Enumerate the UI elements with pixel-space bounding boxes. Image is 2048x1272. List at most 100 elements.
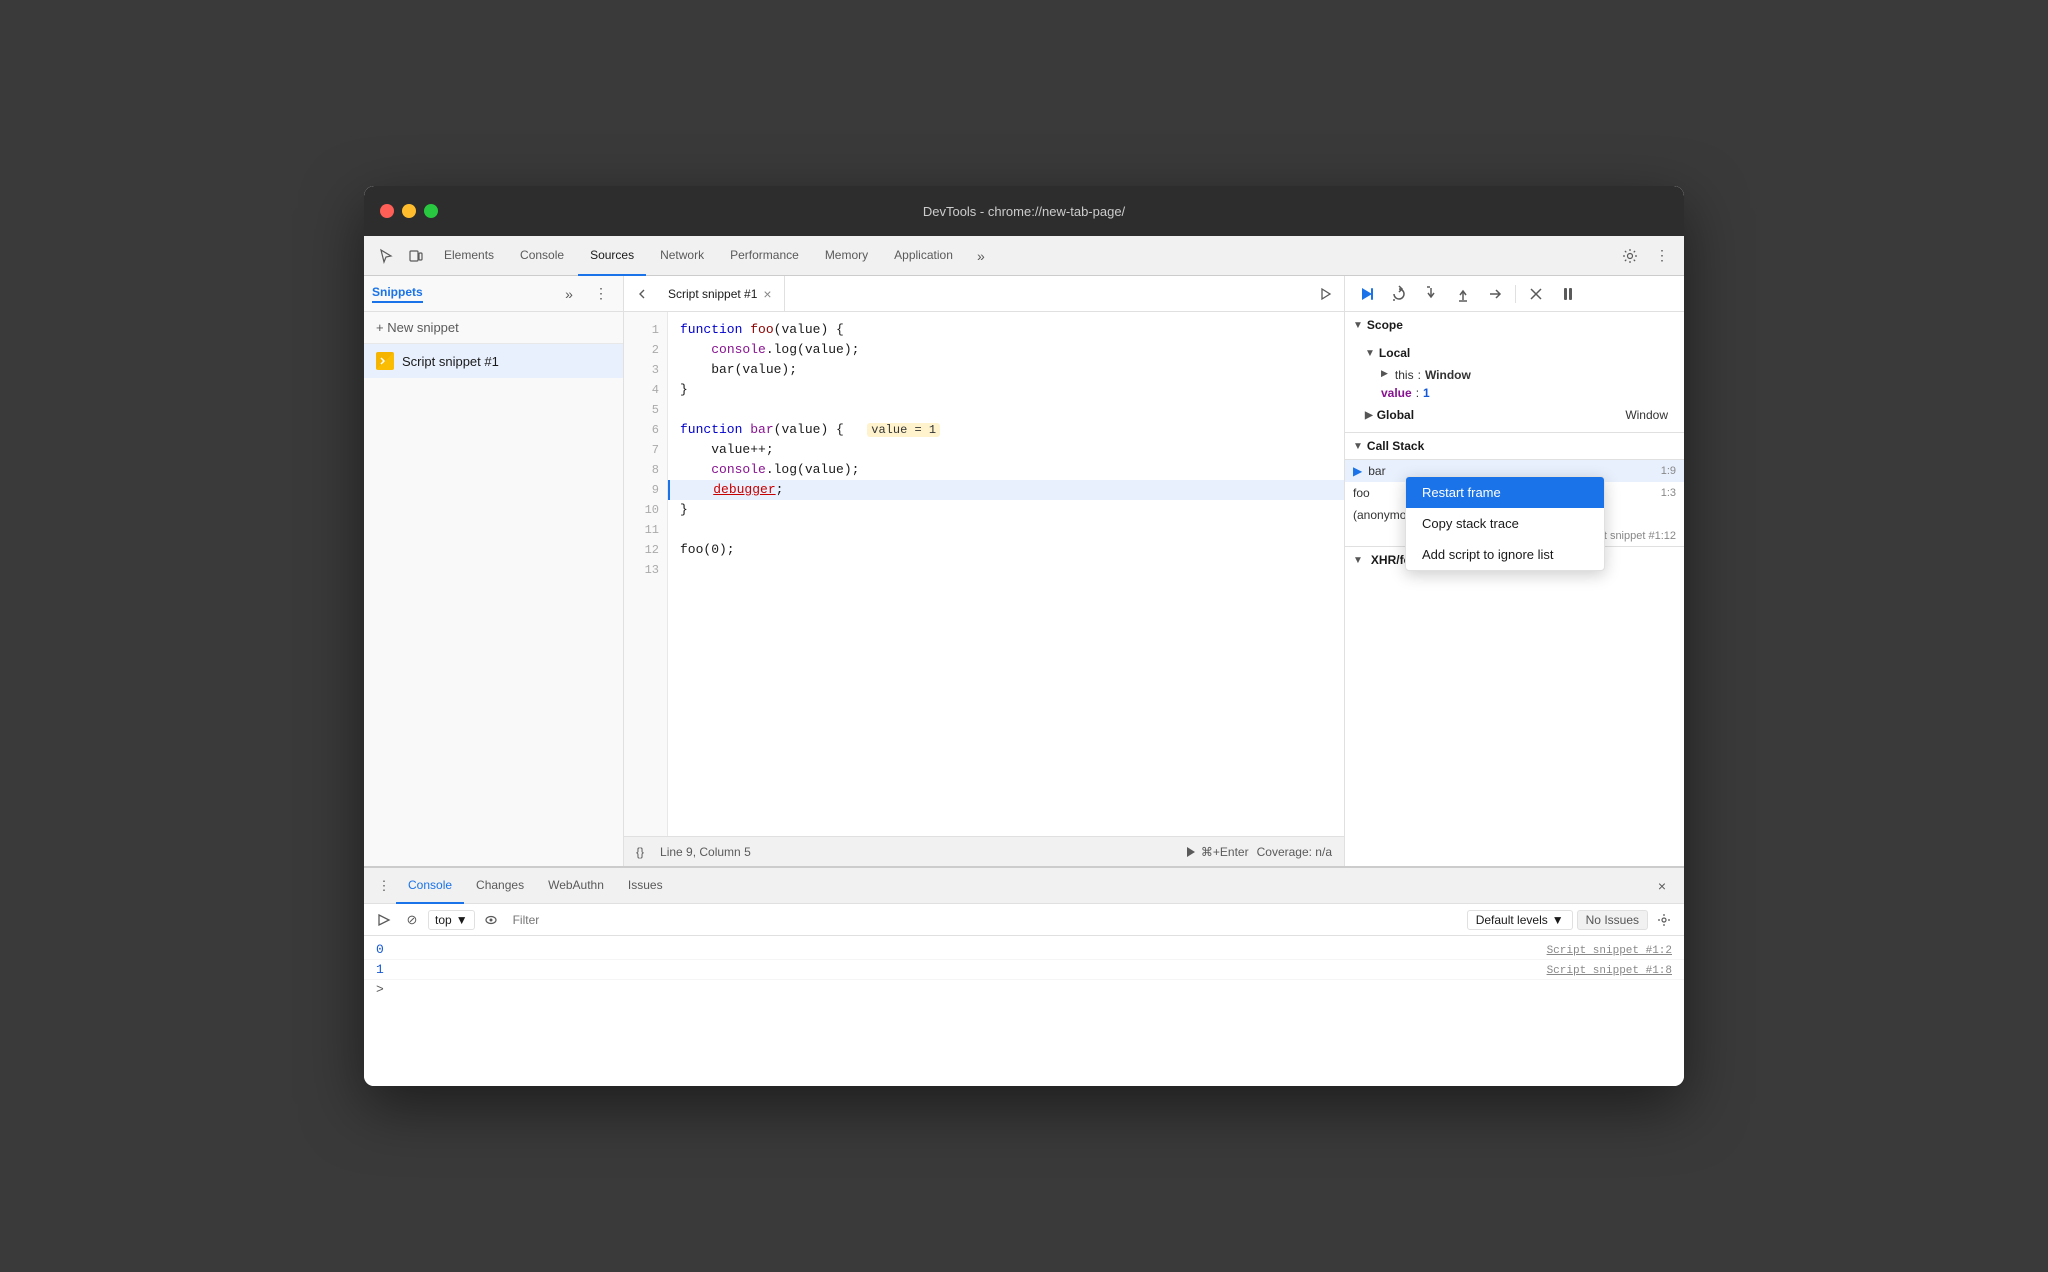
- code-line-13: [668, 560, 1344, 580]
- line-num-7: 7: [624, 440, 667, 460]
- line-num-6: 6: [624, 420, 667, 440]
- levels-dropdown[interactable]: Default levels ▼: [1467, 910, 1573, 930]
- run-shortcut-label: ⌘+Enter: [1201, 845, 1249, 859]
- tab-console[interactable]: Console: [508, 236, 576, 276]
- top-dropdown-arrow: ▼: [456, 913, 468, 927]
- deactivate-breakpoints-btn[interactable]: [1522, 280, 1550, 308]
- bottom-tab-console[interactable]: Console: [396, 868, 464, 904]
- tab-bar-right: ⋮: [1616, 242, 1676, 270]
- global-header[interactable]: ▶ Global Window: [1365, 402, 1684, 428]
- left-panel: Snippets » ⋮ + New snippet Script snippe…: [364, 276, 624, 866]
- editor-tab-snippet1[interactable]: Script snippet #1 ×: [656, 276, 785, 312]
- bottom-tab-issues[interactable]: Issues: [616, 868, 675, 904]
- line-num-11: 11: [624, 520, 667, 540]
- settings-icon[interactable]: [1616, 242, 1644, 270]
- context-selector-dropdown[interactable]: top ▼: [428, 910, 475, 930]
- snippet-item[interactable]: Script snippet #1: [364, 344, 623, 378]
- line-num-9: 9: [624, 480, 667, 500]
- panel-header: Snippets » ⋮: [364, 276, 623, 312]
- clear-console-icon[interactable]: ⊘: [400, 908, 424, 932]
- resume-btn[interactable]: [1353, 280, 1381, 308]
- close-button[interactable]: [380, 204, 394, 218]
- line-num-10: 10: [624, 500, 667, 520]
- step-out-btn[interactable]: [1449, 280, 1477, 308]
- step-btn[interactable]: [1481, 280, 1509, 308]
- context-menu-copy-stack-trace[interactable]: Copy stack trace: [1406, 508, 1604, 539]
- eye-icon[interactable]: [479, 908, 503, 932]
- run-console-icon[interactable]: [372, 908, 396, 932]
- more-tabs-icon[interactable]: »: [967, 242, 995, 270]
- line-numbers: 1 2 3 4 5 6 7 8 9 10 11 12 13: [624, 312, 668, 836]
- window-title: DevTools - chrome://new-tab-page/: [923, 204, 1125, 219]
- step-into-btn[interactable]: [1417, 280, 1445, 308]
- line-num-2: 2: [624, 340, 667, 360]
- device-toolbar-icon[interactable]: [402, 242, 430, 270]
- console-source-0[interactable]: Script snippet #1:2: [1547, 945, 1672, 957]
- code-line-1: function foo(value) {: [668, 320, 1344, 340]
- cursor-icon[interactable]: [372, 242, 400, 270]
- global-val: Window: [1625, 408, 1676, 422]
- snippet-name: Script snippet #1: [402, 354, 499, 369]
- tab-application[interactable]: Application: [882, 236, 965, 276]
- console-source-1[interactable]: Script snippet #1:8: [1547, 965, 1672, 977]
- console-filter-input[interactable]: [507, 911, 1463, 929]
- value-key: value: [1381, 386, 1412, 400]
- code-line-9: debugger;: [668, 480, 1344, 500]
- new-snippet-button[interactable]: + New snippet: [364, 312, 623, 344]
- status-bar-center: ⌘+Enter Coverage: n/a: [1185, 845, 1332, 859]
- snippets-tab[interactable]: Snippets: [372, 285, 423, 303]
- callstack-header[interactable]: ▼ Call Stack: [1345, 433, 1684, 460]
- code-line-2: console.log(value);: [668, 340, 1344, 360]
- maximize-button[interactable]: [424, 204, 438, 218]
- coverage-label: Coverage: n/a: [1257, 845, 1332, 859]
- context-menu-ignore-list[interactable]: Add script to ignore list: [1406, 539, 1604, 570]
- new-snippet-label: + New snippet: [376, 320, 459, 335]
- cursor-position: Line 9, Column 5: [660, 845, 751, 859]
- context-menu-restart-frame[interactable]: Restart frame: [1406, 477, 1604, 508]
- bottom-tab-webauthn[interactable]: WebAuthn: [536, 868, 616, 904]
- scope-header[interactable]: ▼ Scope: [1345, 312, 1684, 338]
- context-menu: Restart frame Copy stack trace Add scrip…: [1405, 476, 1605, 571]
- panel-menu-icon[interactable]: ⋮: [587, 280, 615, 308]
- code-line-6: function bar(value) { value = 1: [668, 420, 1344, 440]
- call-item-bar-location: 1:9: [1661, 465, 1676, 477]
- call-item-foo-left: foo: [1353, 486, 1370, 500]
- global-label: Global: [1377, 408, 1414, 422]
- editor-tab-bar: Script snippet #1 ×: [624, 276, 1344, 312]
- tab-performance[interactable]: Performance: [718, 236, 811, 276]
- code-content: function foo(value) { console.log(value)…: [668, 312, 1344, 836]
- center-panel: Script snippet #1 × 1 2 3 4 5 6 7 8: [624, 276, 1344, 866]
- console-settings-icon[interactable]: [1652, 908, 1676, 932]
- prompt-symbol: >: [376, 982, 384, 997]
- bottom-tab-bar: ⋮ Console Changes WebAuthn Issues ×: [364, 868, 1684, 904]
- scope-section: ▼ Scope ▼ Local ▶ this : Window: [1345, 312, 1684, 433]
- close-bottom-panel-icon[interactable]: ×: [1648, 872, 1676, 900]
- console-prompt[interactable]: >: [364, 980, 1684, 999]
- editor-tab-close-icon[interactable]: ×: [763, 286, 771, 302]
- tab-network[interactable]: Network: [648, 236, 716, 276]
- editor-run-button[interactable]: [1312, 280, 1340, 308]
- more-options-icon[interactable]: ⋮: [1648, 242, 1676, 270]
- run-snippet-btn[interactable]: ⌘+Enter: [1185, 845, 1249, 859]
- code-line-8: console.log(value);: [668, 460, 1344, 480]
- no-issues-badge[interactable]: No Issues: [1577, 910, 1648, 930]
- console-toolbar: ⊘ top ▼ Default levels ▼ No Issues: [364, 904, 1684, 936]
- scope-value-item: value : 1: [1365, 384, 1684, 402]
- minimize-button[interactable]: [402, 204, 416, 218]
- more-panels-icon[interactable]: »: [555, 280, 583, 308]
- tab-memory[interactable]: Memory: [813, 236, 880, 276]
- line-num-3: 3: [624, 360, 667, 380]
- tab-sources[interactable]: Sources: [578, 236, 646, 276]
- pause-on-exceptions-btn[interactable]: [1554, 280, 1582, 308]
- tab-elements[interactable]: Elements: [432, 236, 506, 276]
- call-item-bar-left: ▶ bar: [1353, 464, 1386, 478]
- local-header[interactable]: ▼ Local: [1365, 340, 1684, 366]
- step-over-btn[interactable]: [1385, 280, 1413, 308]
- editor-back-icon[interactable]: [628, 280, 656, 308]
- scope-this-item: ▶ this : Window: [1365, 366, 1684, 384]
- bottom-more-icon[interactable]: ⋮: [372, 874, 396, 898]
- snippet-icon: [376, 352, 394, 370]
- bottom-tab-changes[interactable]: Changes: [464, 868, 536, 904]
- format-icon-label[interactable]: {}: [636, 845, 644, 859]
- local-label: Local: [1379, 346, 1410, 360]
